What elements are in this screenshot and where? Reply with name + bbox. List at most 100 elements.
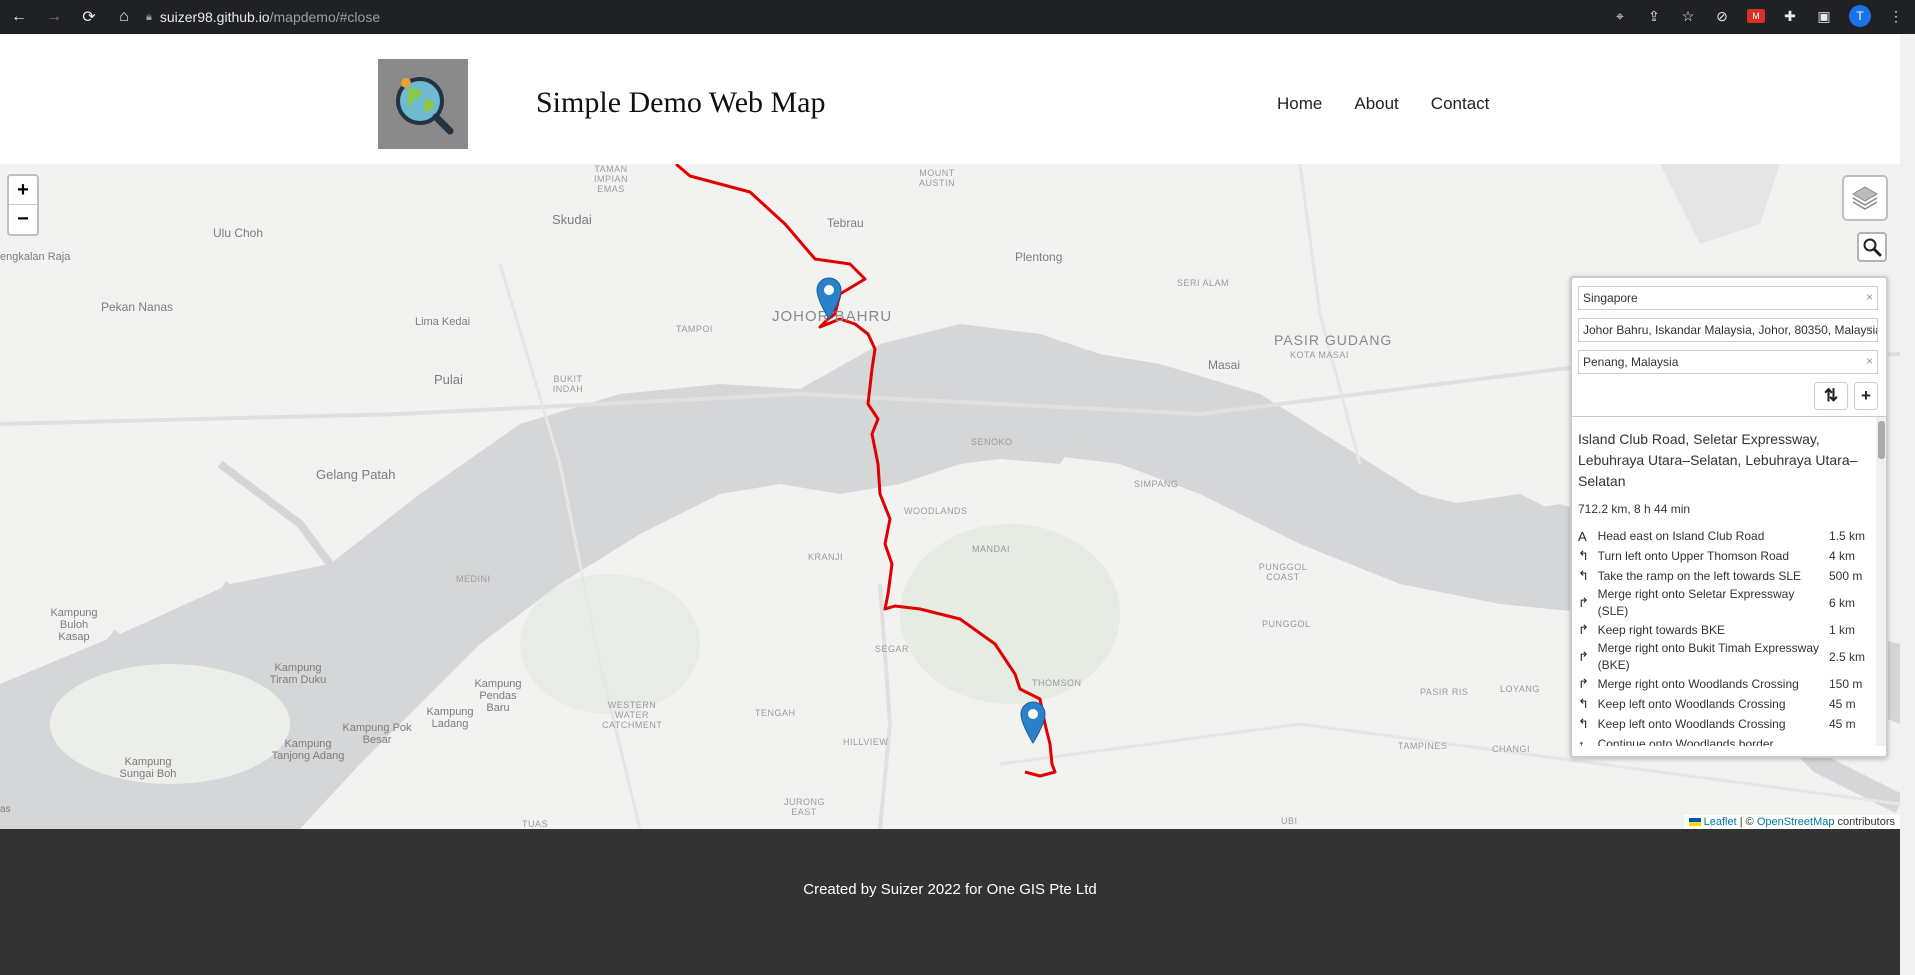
route-summary: 712.2 km, 8 h 44 min <box>1578 502 1691 516</box>
place-label: JURONG EAST <box>784 797 825 817</box>
site-logo[interactable] <box>378 59 468 149</box>
instruction-row[interactable]: ↰ Turn left onto Upper Thomson Road 4 km <box>1578 546 1878 566</box>
place-label: Kampung Ladang <box>426 706 474 730</box>
zoom-in-button[interactable]: + <box>9 176 37 205</box>
page-scrollbar[interactable] <box>1900 34 1915 975</box>
instruction-row[interactable]: ↑ Continue onto Woodlands border <box>1578 734 1878 747</box>
puzzle-icon[interactable]: ✚ <box>1781 7 1799 25</box>
extension-icon[interactable]: ⊘ <box>1713 7 1731 25</box>
slight-left-icon: ↰ <box>1578 568 1589 583</box>
top-nav: Home About Contact <box>1277 94 1489 114</box>
site-footer: Created by Suizer 2022 for One GIS Pte L… <box>0 829 1900 975</box>
add-waypoint-button[interactable]: + <box>1854 382 1878 410</box>
place-label: WOODLANDS <box>904 506 968 516</box>
instruction-distance: 1.5 km <box>1829 529 1866 543</box>
itinerary-scrollbar[interactable] <box>1876 417 1886 746</box>
back-icon[interactable]: ← <box>8 6 30 28</box>
nav-home[interactable]: Home <box>1277 94 1322 114</box>
waypoint-buttons: ⇅ + <box>1572 382 1878 410</box>
place-label: KOTA MASAI <box>1290 350 1349 360</box>
search-icon <box>1863 238 1882 257</box>
place-label: TAMAN IMPIAN EMAS <box>593 164 628 194</box>
merge-right-icon: ↱ <box>1578 676 1589 691</box>
layers-control[interactable] <box>1842 175 1888 221</box>
place-label: TAMPOI <box>676 324 713 334</box>
instruction-row[interactable]: A Head east on Island Club Road 1.5 km <box>1578 526 1878 546</box>
url-path: /mapdemo/#close <box>269 9 381 25</box>
place-label: TUAS <box>522 819 549 829</box>
instruction-row[interactable]: ↰ Keep left onto Woodlands Crossing 45 m <box>1578 694 1878 714</box>
place-label: PASIR GUDANG <box>1274 332 1393 348</box>
leaflet-link[interactable]: Leaflet <box>1704 816 1737 828</box>
osm-link[interactable]: OpenStreetMap <box>1757 816 1835 828</box>
map-attribution: Leaflet | © OpenStreetMap contributors <box>1683 815 1900 829</box>
remove-waypoint-icon[interactable]: × <box>1866 354 1873 368</box>
place-label: MOUNT AUSTIN <box>918 168 955 188</box>
extension-red-icon[interactable]: M <box>1747 9 1765 23</box>
instruction-row[interactable]: ↱ Merge right onto Bukit Timah Expressway… <box>1578 640 1878 674</box>
instruction-distance: 150 m <box>1829 677 1863 691</box>
browser-toolbar: ← → ⟳ ⌂ 🔒︎ suizer98.github.io/mapdemo/#c… <box>0 0 1915 34</box>
nav-about[interactable]: About <box>1354 94 1398 114</box>
star-icon[interactable]: ☆ <box>1679 7 1697 25</box>
leaflet-flag-icon <box>1688 818 1701 827</box>
remove-waypoint-icon[interactable]: × <box>1866 322 1873 336</box>
place-label: Kampung Buloh Kasap <box>50 607 98 643</box>
instruction-list: A Head east on Island Club Road 1.5 km ↰ Tu… <box>1578 526 1878 747</box>
address-bar[interactable]: 🔒︎ suizer98.github.io/mapdemo/#close <box>136 3 1606 31</box>
reverse-waypoints-button[interactable]: ⇅ <box>1814 382 1848 410</box>
sidebar-icon[interactable]: ▣ <box>1815 7 1833 25</box>
place-label: HILLVIEW <box>843 737 889 747</box>
instruction-distance: 1 km <box>1829 623 1856 637</box>
site-title: Simple Demo Web Map <box>536 86 826 119</box>
place-label: Plentong <box>1015 250 1063 264</box>
geocoder-search-button[interactable] <box>1857 232 1887 262</box>
location-icon[interactable]: ⌖ <box>1611 7 1629 25</box>
map-marker-icon[interactable] <box>815 276 843 320</box>
instruction-row[interactable]: ↰ Take the ramp on the left towards SLE 50… <box>1578 566 1878 586</box>
keep-left-icon: ↰ <box>1578 696 1589 711</box>
instruction-text: Merge right onto Woodlands Crossing <box>1597 676 1799 691</box>
share-icon[interactable]: ⇪ <box>1645 7 1663 25</box>
place-label: KRANJI <box>808 552 844 562</box>
instruction-row[interactable]: ↱ Merge right onto Seletar Expressway (SL… <box>1578 586 1878 620</box>
instruction-distance: 45 m <box>1829 717 1856 731</box>
turn-left-icon: ↰ <box>1578 548 1589 563</box>
place-label: Kampung Tiram Duku <box>269 662 327 686</box>
profile-avatar[interactable]: T <box>1849 5 1871 27</box>
instruction-row[interactable]: ↱ Keep right towards BKE 1 km <box>1578 620 1878 640</box>
menu-icon[interactable]: ⋮ <box>1887 7 1905 25</box>
zoom-out-button[interactable]: − <box>9 205 37 234</box>
place-label: Kampung Tanjong Adang <box>271 738 345 762</box>
instruction-distance: 500 m <box>1829 569 1863 583</box>
waypoint-input-end[interactable]: Penang, Malaysia × <box>1578 350 1878 374</box>
place-label: PUNGGOL <box>1262 619 1311 629</box>
nav-contact[interactable]: Contact <box>1431 94 1490 114</box>
scrollbar-thumb[interactable] <box>1878 421 1885 459</box>
place-label: Pekan Nanas <box>101 300 174 314</box>
route-name: Island Club Road, Seletar Expressway, Le… <box>1578 431 1858 489</box>
instruction-row[interactable]: ↰ Keep left onto Woodlands Crossing 45 m <box>1578 714 1878 734</box>
waypoint-value: Johor Bahru, Iskandar Malaysia, Johor, 8… <box>1583 323 1878 337</box>
remove-waypoint-icon[interactable]: × <box>1866 290 1873 304</box>
place-label: Ulu Choh <box>213 226 264 240</box>
instruction-text: Take the ramp on the left towards SLE <box>1597 568 1802 583</box>
place-label: SENOKO <box>971 437 1013 447</box>
place-label: as <box>0 804 11 815</box>
reload-icon[interactable]: ⟳ <box>78 6 100 28</box>
instruction-row[interactable]: ↱ Merge right onto Woodlands Crossing 150 … <box>1578 674 1878 694</box>
map-view[interactable]: Skudai Tebrau Plentong Ulu Choh engkalan… <box>0 164 1900 829</box>
merge-right-icon: ↱ <box>1578 649 1589 664</box>
route-itinerary[interactable]: Island Club Road, Seletar Expressway, Le… <box>1572 416 1886 746</box>
place-label: BUKIT INDAH <box>552 374 584 394</box>
continue-icon: ↑ <box>1578 736 1585 747</box>
forward-icon[interactable]: → <box>43 6 65 28</box>
instruction-text: Keep left onto Woodlands Crossing <box>1597 696 1786 711</box>
waypoint-input-via[interactable]: Johor Bahru, Iskandar Malaysia, Johor, 8… <box>1578 318 1878 342</box>
map-marker-icon[interactable] <box>1019 700 1047 744</box>
place-label: Gelang Patah <box>316 467 396 482</box>
place-label: UBI <box>1281 816 1298 826</box>
home-icon[interactable]: ⌂ <box>113 6 135 28</box>
waypoint-input-start[interactable]: Singapore × <box>1578 286 1878 310</box>
place-label: Lima Kedai <box>415 316 471 328</box>
